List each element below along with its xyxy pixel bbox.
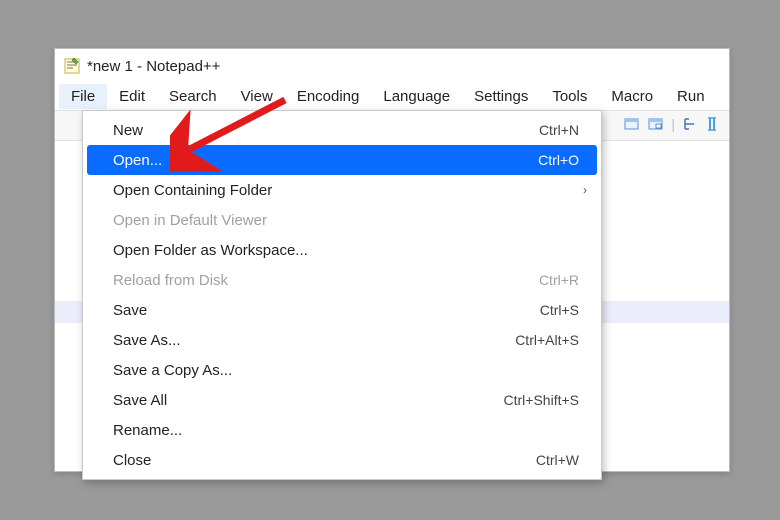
menu-search[interactable]: Search — [157, 84, 229, 109]
menu-item-open[interactable]: Open... Ctrl+O — [87, 145, 597, 175]
titlebar: *new 1 - Notepad++ — [55, 49, 729, 83]
menu-item-new[interactable]: New Ctrl+N — [83, 115, 601, 145]
app-icon — [63, 57, 81, 75]
toolbar-icon-4[interactable] — [705, 115, 723, 133]
menu-encoding[interactable]: Encoding — [285, 84, 372, 109]
menu-item-reload-from-disk: Reload from Disk Ctrl+R — [83, 265, 601, 295]
toolbar-icon-2[interactable] — [647, 115, 665, 133]
file-menu-dropdown: New Ctrl+N Open... Ctrl+O Open Containin… — [82, 110, 602, 480]
toolbar-icon-1[interactable] — [623, 115, 641, 133]
menu-run[interactable]: Run — [665, 84, 717, 109]
menu-item-open-containing-folder[interactable]: Open Containing Folder › — [83, 175, 601, 205]
menubar: File Edit Search View Encoding Language … — [55, 83, 729, 111]
toolbar-icon-3[interactable] — [681, 115, 699, 133]
menu-item-rename[interactable]: Rename... — [83, 415, 601, 445]
menu-item-save-as[interactable]: Save As... Ctrl+Alt+S — [83, 325, 601, 355]
menu-item-save-all[interactable]: Save All Ctrl+Shift+S — [83, 385, 601, 415]
menu-item-open-default-viewer: Open in Default Viewer — [83, 205, 601, 235]
menu-settings[interactable]: Settings — [462, 84, 540, 109]
menu-item-open-folder-workspace[interactable]: Open Folder as Workspace... — [83, 235, 601, 265]
menu-macro[interactable]: Macro — [599, 84, 665, 109]
menu-item-close[interactable]: Close Ctrl+W — [83, 445, 601, 475]
menu-tools[interactable]: Tools — [540, 84, 599, 109]
menu-item-save-copy-as[interactable]: Save a Copy As... — [83, 355, 601, 385]
menu-item-save[interactable]: Save Ctrl+S — [83, 295, 601, 325]
menu-edit[interactable]: Edit — [107, 84, 157, 109]
menu-view[interactable]: View — [229, 84, 285, 109]
menu-file[interactable]: File — [59, 84, 107, 109]
menu-language[interactable]: Language — [371, 84, 462, 109]
window-title: *new 1 - Notepad++ — [87, 58, 220, 75]
chevron-right-icon: › — [583, 183, 587, 197]
